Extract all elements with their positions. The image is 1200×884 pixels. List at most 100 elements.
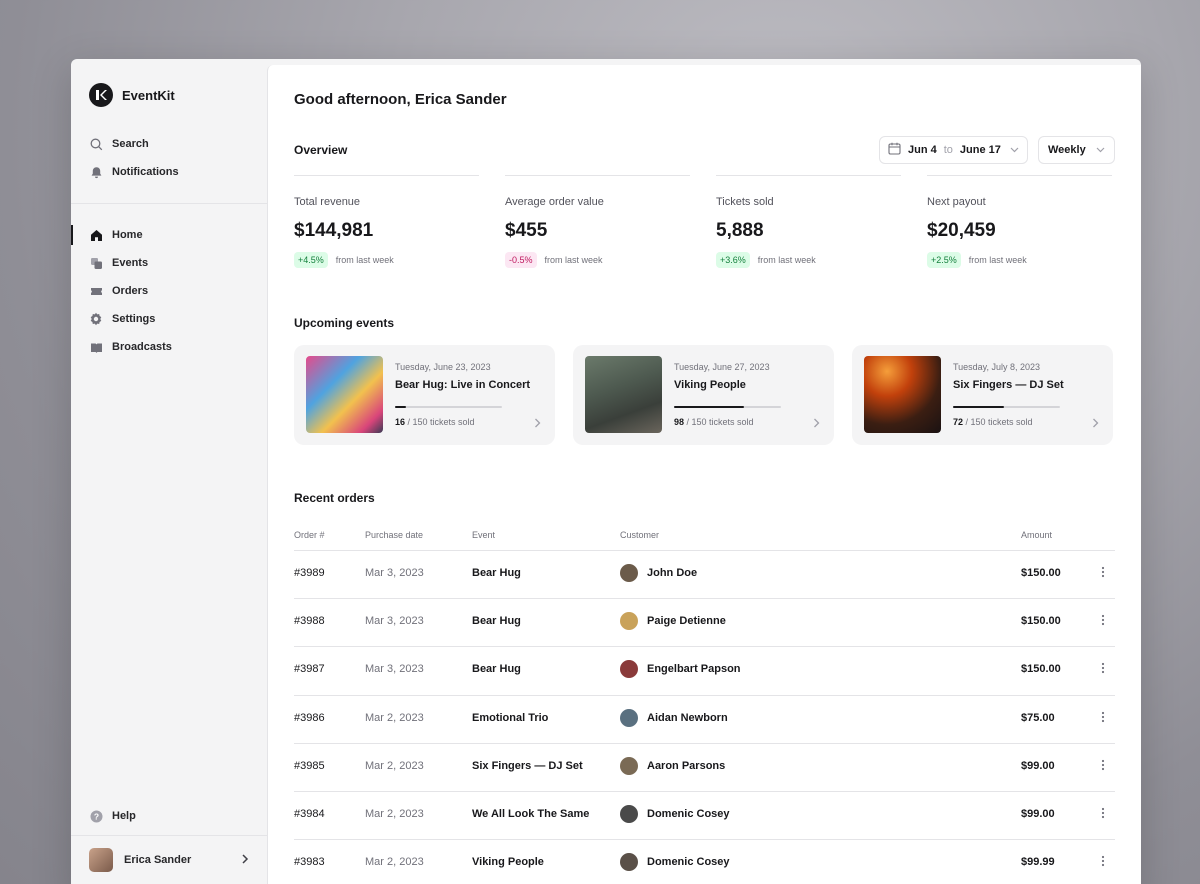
row-divider (294, 694, 1115, 696)
event-card[interactable]: Tuesday, July 8, 2023 Six Fingers — DJ S… (852, 345, 1113, 445)
more-options-icon[interactable] (1101, 566, 1105, 580)
order-id[interactable]: #3989 (294, 567, 325, 579)
purchase-date: Mar 2, 2023 (365, 759, 424, 772)
broadcast-icon (89, 340, 103, 354)
sidebar-item-label: Broadcasts (112, 341, 172, 353)
order-event: Six Fingers — DJ Set (472, 759, 583, 772)
notifications-label: Notifications (112, 166, 179, 178)
help-icon: ? (89, 809, 103, 823)
avatar (620, 708, 638, 727)
chevron-right-icon (813, 417, 820, 431)
order-id[interactable]: #3984 (294, 808, 325, 820)
column-header-date[interactable]: Purchase date (365, 530, 423, 540)
recent-orders-title: Recent orders (294, 491, 375, 505)
order-event: Emotional Trio (472, 711, 549, 724)
ticket-progress-bar (674, 406, 781, 408)
stat-value: $455 (505, 220, 548, 241)
more-options-icon[interactable] (1101, 614, 1105, 628)
more-options-icon[interactable] (1101, 855, 1105, 869)
avatar (620, 805, 638, 823)
overview-title: Overview (294, 143, 348, 157)
row-divider (294, 646, 1115, 648)
period-value: Weekly (1048, 144, 1086, 156)
order-amount: $99.99 (1021, 856, 1055, 869)
help-label: Help (112, 810, 136, 822)
period-select[interactable]: Weekly (1038, 136, 1115, 164)
bell-icon (89, 165, 103, 179)
change-note: from last week (968, 255, 1027, 265)
main-content: Good afternoon, Erica Sander Overview Ju… (267, 65, 1141, 884)
avatar (620, 564, 638, 582)
order-id[interactable]: #3985 (294, 760, 325, 772)
sidebar-item-label: Orders (112, 285, 149, 297)
event-name: Viking People (674, 379, 746, 391)
customer-name: John Doe (647, 567, 698, 579)
notifications-button[interactable]: Notifications (89, 162, 179, 182)
order-id[interactable]: #3986 (294, 712, 325, 724)
sidebar-item-events[interactable]: Events (89, 253, 148, 273)
change-badge: +4.5% (294, 252, 328, 268)
stat-card: Tickets sold 5,888 +3.6% from last week (716, 175, 901, 268)
stat-change: +3.6% from last week (716, 252, 901, 268)
search-button[interactable]: Search (89, 134, 149, 154)
tickets-sold-count: 72 (953, 417, 964, 427)
change-badge: -0.5% (505, 252, 537, 268)
stat-value: $20,459 (927, 220, 996, 241)
change-badge: +3.6% (716, 252, 750, 268)
more-options-icon[interactable] (1101, 662, 1105, 676)
tickets-total: / 150 tickets sold (407, 417, 475, 427)
event-date: Tuesday, June 23, 2023 (395, 362, 491, 372)
stat-change: +4.5% from last week (294, 252, 479, 268)
customer: Paige Detienne (620, 612, 726, 631)
stat-value: 5,888 (716, 220, 764, 241)
event-name: Six Fingers — DJ Set (953, 379, 1064, 391)
order-event: Bear Hug (472, 567, 521, 579)
customer: Domenic Cosey (620, 853, 730, 872)
sidebar-item-orders[interactable]: Orders (89, 281, 148, 301)
more-options-icon[interactable] (1101, 759, 1105, 773)
order-id[interactable]: #3987 (294, 663, 325, 675)
event-card[interactable]: Tuesday, June 23, 2023 Bear Hug: Live in… (294, 345, 555, 445)
user-menu[interactable]: Erica Sander (89, 848, 249, 872)
change-note: from last week (544, 255, 603, 265)
customer-name: Aidan Newborn (647, 711, 728, 724)
order-amount: $150.00 (1021, 615, 1061, 628)
search-label: Search (112, 138, 149, 150)
more-options-icon[interactable] (1101, 711, 1105, 725)
chevron-right-icon (241, 851, 249, 869)
stat-value: $144,981 (294, 220, 374, 241)
search-icon (89, 137, 103, 151)
tickets-sold-count: 16 (395, 417, 406, 427)
row-divider (294, 742, 1115, 744)
sidebar-item-settings[interactable]: Settings (89, 309, 155, 329)
column-header-order[interactable]: Order # (294, 530, 325, 540)
purchase-date: Mar 3, 2023 (365, 567, 424, 579)
sidebar-item-label: Settings (112, 313, 156, 325)
sidebar-item-broadcasts[interactable]: Broadcasts (89, 337, 172, 357)
customer: Domenic Cosey (620, 805, 730, 823)
avatar (620, 756, 638, 775)
row-divider (294, 550, 1115, 551)
tickets-sold: 98 / 150 tickets sold (674, 417, 754, 427)
order-id[interactable]: #3983 (294, 856, 325, 868)
sidebar: EventKit Search Notifications Home Event… (71, 59, 267, 884)
event-card[interactable]: Tuesday, June 27, 2023 Viking People 98 … (573, 345, 834, 445)
date-range-picker[interactable]: Jun 4 to June 17 (879, 136, 1028, 164)
stat-change: -0.5% from last week (505, 252, 690, 268)
active-nav-indicator (71, 225, 73, 245)
event-image (864, 356, 941, 433)
chevron-right-icon (534, 417, 541, 431)
order-id[interactable]: #3988 (294, 615, 325, 627)
column-header-customer[interactable]: Customer (620, 530, 659, 540)
brand[interactable]: EventKit (89, 83, 175, 107)
row-divider (294, 791, 1115, 792)
help-button[interactable]: ? Help (89, 806, 136, 826)
column-header-event[interactable]: Event (472, 530, 495, 540)
order-amount: $99.00 (1021, 759, 1055, 772)
customer: Aaron Parsons (620, 756, 725, 775)
sidebar-item-home[interactable]: Home (89, 225, 143, 245)
sidebar-footer-divider (71, 835, 267, 836)
column-header-amount[interactable]: Amount (1021, 530, 1052, 540)
more-options-icon[interactable] (1101, 807, 1105, 821)
order-event: Viking People (472, 856, 544, 869)
